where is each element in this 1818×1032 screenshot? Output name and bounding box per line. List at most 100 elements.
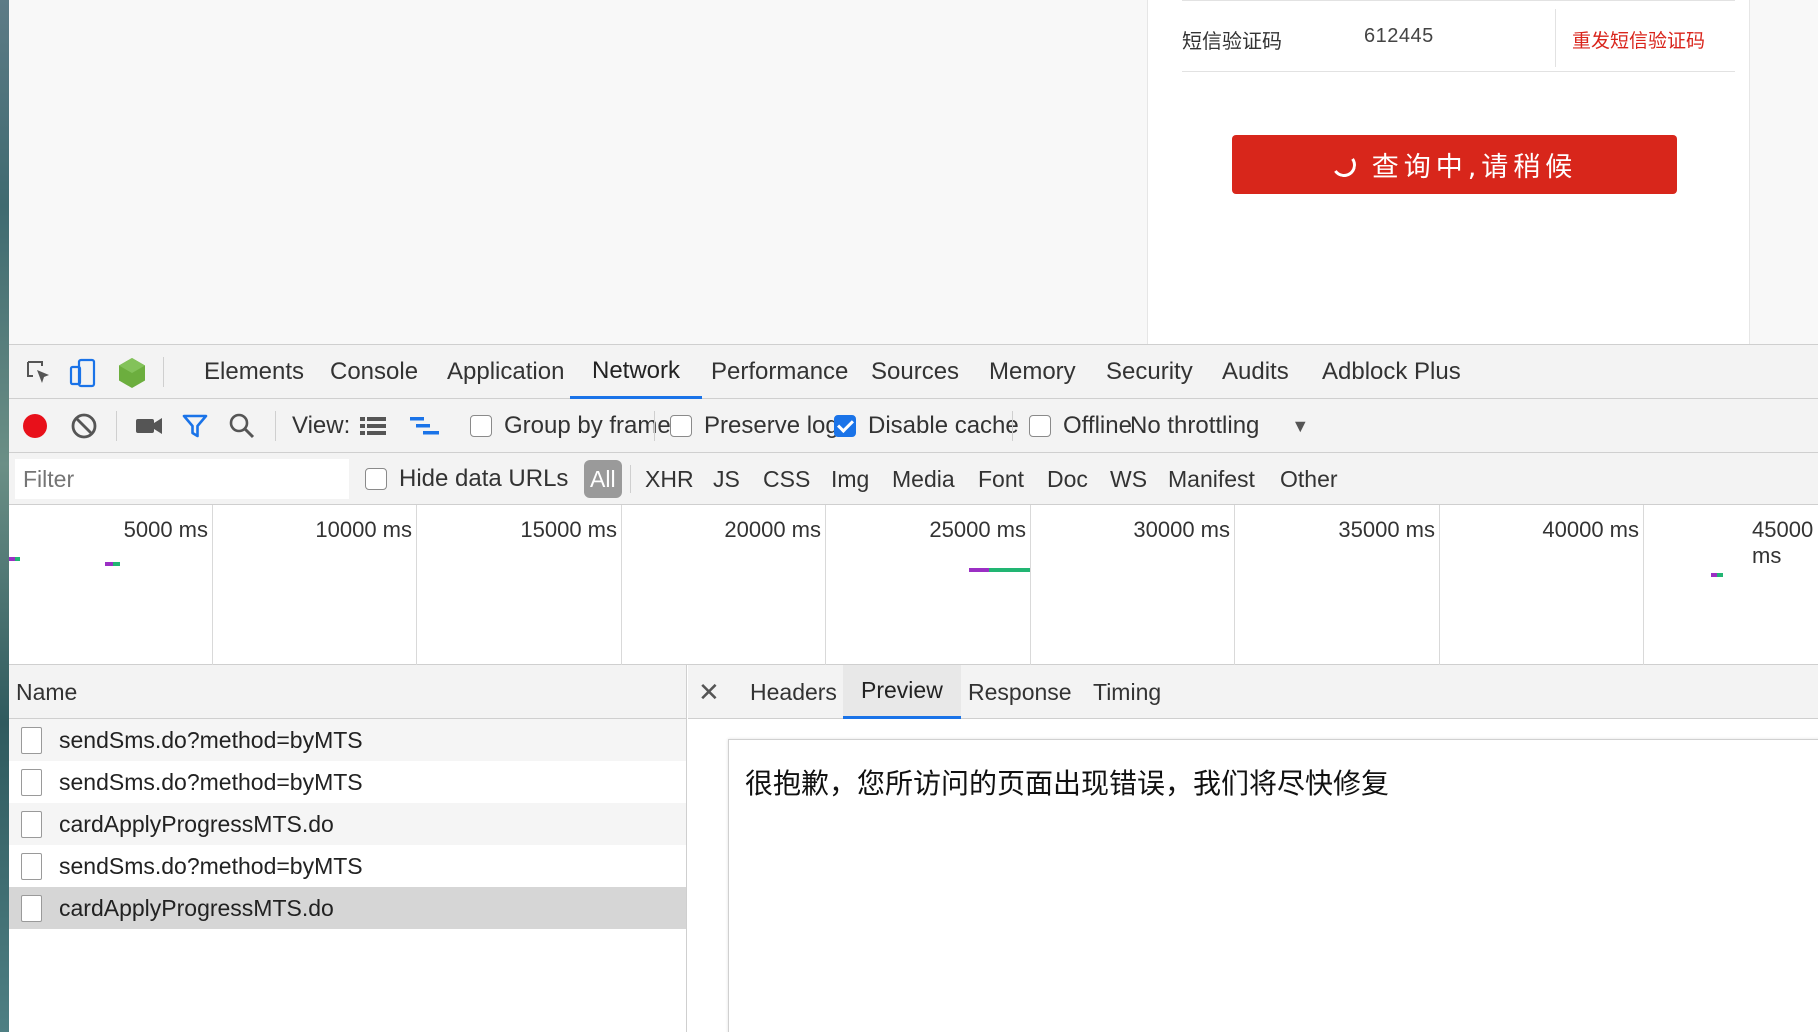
request-row[interactable]: sendSms.do?method=byMTS: [9, 761, 686, 803]
toolbar-separator: [275, 411, 276, 441]
tab-console[interactable]: Console: [308, 345, 440, 399]
tab-sources[interactable]: Sources: [849, 345, 981, 399]
filter-type-ws[interactable]: WS: [1110, 453, 1147, 505]
request-row-selected[interactable]: cardApplyProgressMTS.do: [9, 887, 686, 929]
network-overview[interactable]: 5000 ms 10000 ms 15000 ms 20000 ms 25000…: [9, 505, 1818, 665]
hide-data-urls-toggle[interactable]: Hide data URLs: [365, 453, 568, 505]
filter-type-doc[interactable]: Doc: [1047, 453, 1088, 505]
filter-funnel-icon[interactable]: [179, 410, 211, 442]
overview-tick-label: 5000 ms: [123, 517, 208, 542]
request-name: cardApplyProgressMTS.do: [59, 894, 334, 921]
node-js-icon[interactable]: [116, 357, 148, 389]
document-file-icon: [21, 852, 42, 880]
document-file-icon: [21, 768, 42, 796]
tab-audits[interactable]: Audits: [1200, 345, 1311, 399]
close-icon[interactable]: ✕: [698, 665, 720, 719]
request-row[interactable]: sendSms.do?method=byMTS: [9, 845, 686, 887]
large-rows-list-icon[interactable]: [357, 410, 389, 442]
offline-toggle[interactable]: Offline: [1029, 399, 1132, 453]
overview-gridline: [1643, 505, 1644, 665]
query-button[interactable]: 查询中,请稍候: [1232, 135, 1677, 194]
tab-application[interactable]: Application: [425, 345, 586, 399]
tab-memory[interactable]: Memory: [967, 345, 1098, 399]
throttling-select[interactable]: No throttling ▼: [1130, 399, 1309, 453]
detail-tabbar: ✕ Headers Preview Response Timing: [688, 665, 1818, 719]
tab-performance[interactable]: Performance: [689, 345, 870, 399]
disable-cache-toggle[interactable]: Disable cache: [834, 399, 1019, 453]
hide-data-urls-label: Hide data URLs: [399, 465, 569, 492]
waterfall-overview-icon[interactable]: [409, 410, 441, 442]
toolbar-separator: [116, 411, 117, 441]
overview-gridline: [212, 505, 213, 665]
hide-data-urls-checkbox[interactable]: [365, 468, 387, 490]
sms-code-row: 短信验证码 612445 重发短信验证码: [1182, 0, 1735, 72]
chevron-down-icon: ▼: [1291, 415, 1310, 436]
tab-response[interactable]: Response: [950, 665, 1090, 719]
toolbar-separator: [1012, 411, 1013, 441]
document-file-icon: [21, 726, 42, 754]
sms-form-panel: 短信验证码 612445 重发短信验证码 查询中,请稍候: [1147, 0, 1750, 344]
tab-timing[interactable]: Timing: [1075, 665, 1179, 719]
preview-error-message: 很抱歉，您所访问的页面出现错误，我们将尽快修复: [745, 767, 1390, 800]
tab-preview[interactable]: Preview: [843, 665, 961, 719]
inspect-element-icon[interactable]: [23, 357, 55, 389]
web-page: 短信验证码 612445 重发短信验证码 查询中,请稍候: [9, 0, 1818, 344]
overview-request-bar: [113, 562, 120, 566]
preserve-log-toggle[interactable]: Preserve log: [670, 399, 839, 453]
overview-tick-label: 20000 ms: [724, 517, 821, 542]
sms-code-input[interactable]: 612445: [1364, 25, 1434, 48]
filter-type-img[interactable]: Img: [831, 453, 869, 505]
filter-input[interactable]: [15, 459, 349, 499]
filter-type-media[interactable]: Media: [892, 453, 955, 505]
throttling-value: No throttling: [1130, 412, 1260, 439]
toolbar-separator: [654, 411, 655, 441]
filter-type-manifest[interactable]: Manifest: [1168, 453, 1255, 505]
overview-gridline: [1030, 505, 1031, 665]
name-column-header[interactable]: Name: [9, 665, 686, 719]
screenshot-camera-icon[interactable]: [133, 410, 165, 442]
tab-headers[interactable]: Headers: [732, 665, 855, 719]
offline-checkbox[interactable]: [1029, 415, 1051, 437]
overview-tick-label: 35000 ms: [1338, 517, 1435, 542]
requests-list-pane: Name sendSms.do?method=byMTS sendSms.do?…: [9, 665, 687, 1032]
record-icon[interactable]: [19, 410, 51, 442]
filter-type-other[interactable]: Other: [1280, 453, 1338, 505]
tab-security[interactable]: Security: [1084, 345, 1215, 399]
resend-sms-link[interactable]: 重发短信验证码: [1572, 26, 1705, 53]
overview-request-bar: [989, 568, 1030, 572]
overview-gridline: [1439, 505, 1440, 665]
request-row[interactable]: cardApplyProgressMTS.do: [9, 803, 686, 845]
filter-type-css[interactable]: CSS: [763, 453, 810, 505]
request-detail-pane: ✕ Headers Preview Response Timing 很抱歉，您所…: [688, 665, 1818, 1032]
filter-type-font[interactable]: Font: [978, 453, 1024, 505]
device-toolbar-icon[interactable]: [67, 357, 99, 389]
filter-type-all[interactable]: All: [584, 460, 622, 498]
clear-icon[interactable]: [68, 410, 100, 442]
request-name: cardApplyProgressMTS.do: [59, 810, 334, 837]
search-icon[interactable]: [226, 410, 258, 442]
filter-type-xhr[interactable]: XHR: [645, 453, 694, 505]
preserve-log-checkbox[interactable]: [670, 415, 692, 437]
group-by-frame-checkbox[interactable]: [470, 415, 492, 437]
network-toolbar: View: Group by frame Preserve log Disabl…: [9, 399, 1818, 453]
overview-request-bar: [969, 568, 989, 572]
group-by-frame-toggle[interactable]: Group by frame: [470, 399, 671, 453]
tab-elements[interactable]: Elements: [182, 345, 326, 399]
disable-cache-checkbox[interactable]: [834, 415, 856, 437]
request-row[interactable]: sendSms.do?method=byMTS: [9, 719, 686, 761]
request-name: sendSms.do?method=byMTS: [59, 852, 363, 879]
tab-network[interactable]: Network: [570, 345, 703, 399]
overview-gridline: [1234, 505, 1235, 665]
overview-tick-label: 40000 ms: [1542, 517, 1639, 542]
loading-spinner-icon: [1329, 150, 1358, 179]
desktop-background-strip: [0, 0, 9, 1032]
view-label: View:: [292, 412, 351, 439]
tabbar-separator: [163, 357, 164, 387]
filter-type-js[interactable]: JS: [713, 453, 740, 505]
overview-tick-label: 25000 ms: [929, 517, 1026, 542]
tab-adblock-plus[interactable]: Adblock Plus: [1300, 345, 1483, 399]
sms-code-label: 短信验证码: [1182, 29, 1282, 53]
request-name: sendSms.do?method=byMTS: [59, 768, 363, 795]
overview-gridline: [416, 505, 417, 665]
requests-list: sendSms.do?method=byMTS sendSms.do?metho…: [9, 719, 686, 929]
